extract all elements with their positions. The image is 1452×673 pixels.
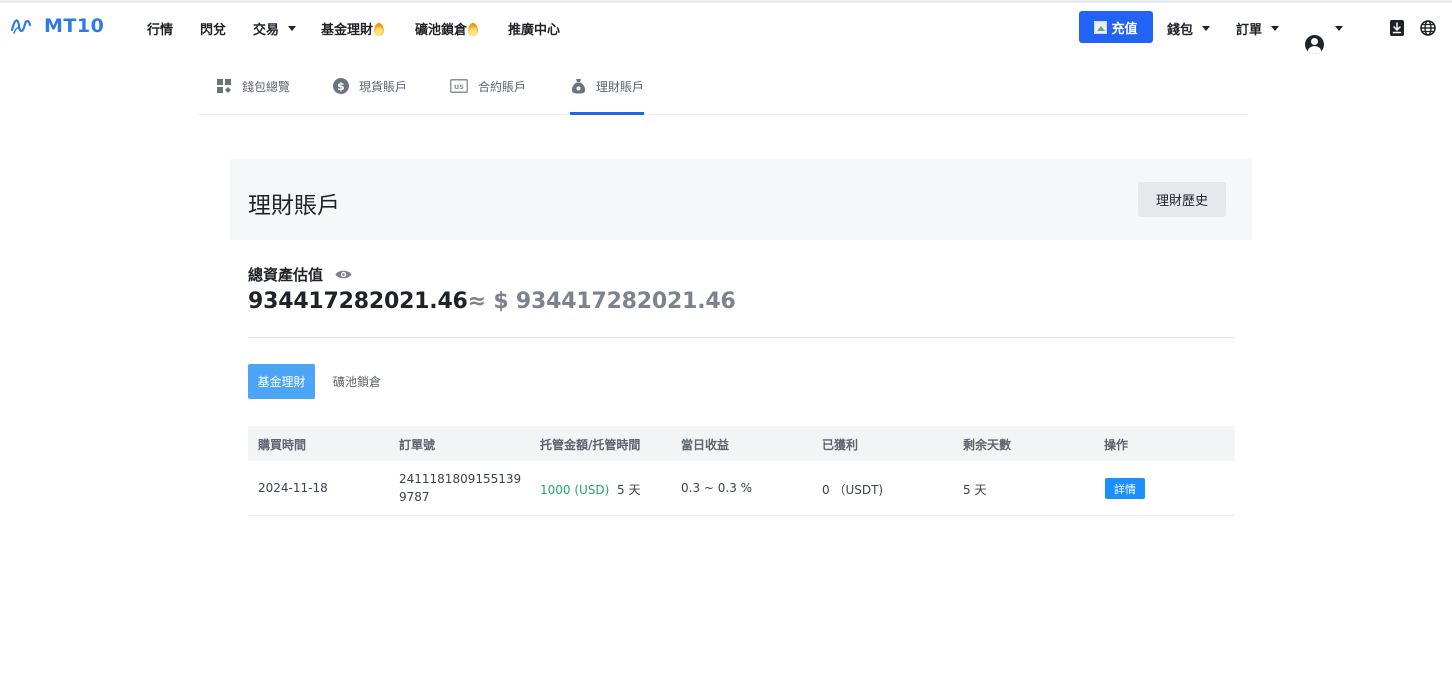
cell-custody: 1000 (USD) 5 天 xyxy=(540,481,640,498)
top-nav: MT10 行情 閃兌 交易 基金理財 礦池鎖倉 推廣中心 充值 錢包 訂單 xyxy=(0,3,1452,54)
svg-text:US: US xyxy=(454,83,464,91)
total-asset-label-text: 總資產估值 xyxy=(248,266,324,284)
cell-purchase-time: 2024-11-18 xyxy=(258,481,328,495)
subtab-mining-pool-lock[interactable]: 礦池鎖倉 xyxy=(325,364,389,399)
chevron-down-icon xyxy=(288,26,297,31)
nav-item-label: 基金理財 xyxy=(321,23,374,38)
recharge-label: 充值 xyxy=(1111,21,1138,37)
cell-daily-yield: 0.3 ~ 0.3 % xyxy=(681,481,753,495)
chevron-down-icon xyxy=(1271,26,1280,31)
user-menu-chevron-icon[interactable] xyxy=(1335,26,1343,31)
cell-custody-amount: 1000 (USD) xyxy=(540,483,610,497)
orders-menu-label: 訂單 xyxy=(1236,23,1263,38)
wallet-menu[interactable]: 錢包 xyxy=(1167,19,1211,38)
total-asset-usd-approx: ≈ $ 934417282021.46 xyxy=(467,289,736,314)
total-asset-value: 934417282021.46≈ $ 934417282021.46 xyxy=(248,289,736,314)
col-remaining-days: 剩余天數 xyxy=(963,438,1012,452)
tab-label: 理財賬戶 xyxy=(596,80,645,94)
total-asset-amount: 934417282021.46 xyxy=(248,289,468,314)
tab-finance-account[interactable]: 理財賬戶 xyxy=(570,78,645,115)
broken-image-icon xyxy=(1094,20,1108,34)
globe-icon[interactable] xyxy=(1420,20,1436,36)
nav-item-label: 閃兌 xyxy=(200,23,227,38)
nav-item-trade[interactable]: 交易 xyxy=(253,19,297,38)
nav-item-fund-finance[interactable]: 基金理財 xyxy=(321,19,385,38)
table-header: 購買時間 訂單號 托管金額/托管時間 當日收益 已獲利 剩余天數 操作 xyxy=(248,426,1235,461)
tab-label: 錢包總覽 xyxy=(242,80,291,94)
total-asset-estimate-label: 總資產估值 xyxy=(248,264,352,285)
brand-logo[interactable]: MT10 xyxy=(10,15,104,37)
nav-item-label: 行情 xyxy=(147,23,174,38)
subtab-fund-finance[interactable]: 基金理財 xyxy=(248,364,315,399)
dashboard-icon xyxy=(216,78,232,94)
user-avatar-icon[interactable] xyxy=(1305,35,1324,54)
nav-item-mining-pool[interactable]: 礦池鎖倉 xyxy=(415,19,479,38)
col-purchase-time: 購買時間 xyxy=(258,438,307,452)
tab-label: 合約賬戶 xyxy=(478,80,527,94)
nav-item-label: 礦池鎖倉 xyxy=(415,23,468,38)
cell-remaining-days: 5 天 xyxy=(963,483,987,497)
finance-bag-icon xyxy=(570,78,586,94)
cell-order-no: 24111818091551399787 xyxy=(399,472,522,504)
nav-item-flash-swap[interactable]: 閃兌 xyxy=(200,19,226,38)
fire-icon xyxy=(468,23,479,36)
wallet-menu-label: 錢包 xyxy=(1167,23,1194,38)
orders-menu[interactable]: 訂單 xyxy=(1236,19,1280,38)
col-profit: 已獲利 xyxy=(822,438,859,452)
eye-icon[interactable] xyxy=(335,269,352,280)
section-divider xyxy=(248,337,1235,338)
col-custody-amount-time: 托管金額/托管時間 xyxy=(540,438,641,452)
finance-account-header: 理財賬戶 理財歷史 xyxy=(230,159,1252,240)
svg-text:$: $ xyxy=(337,80,345,93)
recharge-button[interactable]: 充值 xyxy=(1079,11,1153,43)
dollar-coin-icon: $ xyxy=(333,78,349,94)
detail-button[interactable]: 詳情 xyxy=(1105,478,1145,499)
page-title: 理財賬戶 xyxy=(248,193,340,219)
nav-item-label: 推廣中心 xyxy=(508,23,561,38)
tab-wallet-overview[interactable]: 錢包總覽 xyxy=(216,78,290,115)
tab-spot-account[interactable]: $ 現貨賬戶 xyxy=(333,78,407,115)
brand-logo-icon xyxy=(10,19,32,34)
col-action: 操作 xyxy=(1104,438,1129,452)
col-daily-yield: 當日收益 xyxy=(681,438,730,452)
nav-item-label: 交易 xyxy=(253,23,280,38)
nav-item-market[interactable]: 行情 xyxy=(147,19,173,38)
tab-label: 現貨賬戶 xyxy=(359,80,408,94)
finance-history-button[interactable]: 理財歷史 xyxy=(1138,182,1226,217)
table-row: 2024-11-18 24111818091551399787 1000 (US… xyxy=(248,461,1235,516)
cell-profit: 0 （USDT) xyxy=(822,483,884,497)
tab-contract-account[interactable]: US 合約賬戶 xyxy=(450,78,526,115)
chevron-down-icon xyxy=(1202,26,1211,31)
usd-card-icon: US xyxy=(450,78,468,94)
col-order-no: 訂單號 xyxy=(399,438,436,452)
brand-name: MT10 xyxy=(44,15,105,37)
finance-orders-table: 購買時間 訂單號 托管金額/托管時間 當日收益 已獲利 剩余天數 操作 2024… xyxy=(248,426,1235,516)
fire-icon xyxy=(374,23,385,36)
cell-custody-duration: 5 天 xyxy=(617,483,641,497)
nav-item-promotion-center[interactable]: 推廣中心 xyxy=(508,19,560,38)
account-tabs: 錢包總覽 $ 現貨賬戶 US 合約賬戶 理財賬戶 xyxy=(198,68,1248,115)
download-icon[interactable] xyxy=(1390,20,1404,36)
